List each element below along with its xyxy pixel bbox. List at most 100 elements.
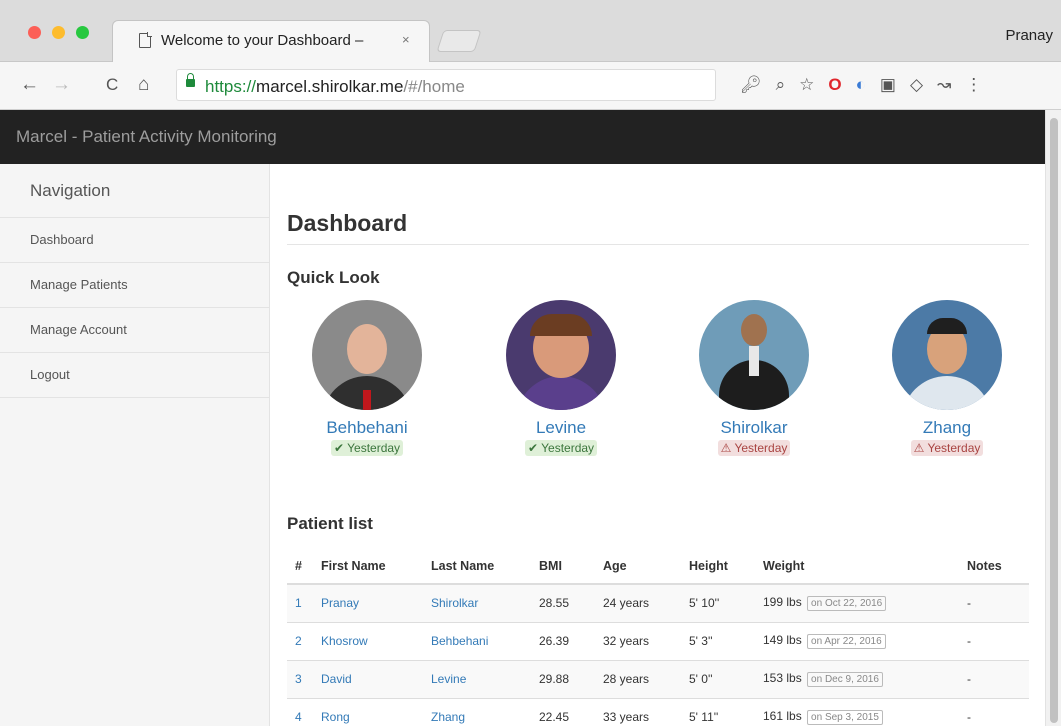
row-number: 4 xyxy=(287,697,313,726)
bmi-value: 28.55 xyxy=(531,583,595,622)
address-bar[interactable]: https://marcel.shirolkar.me/#/home xyxy=(176,69,716,101)
first-name-link[interactable]: Rong xyxy=(321,710,350,724)
notes-value: - xyxy=(959,621,1029,660)
avatar[interactable] xyxy=(506,300,616,410)
main-content: Dashboard Quick Look Behbehani ✔ Yesterd… xyxy=(287,164,1029,726)
weight-cell: 149 lbs on Apr 22, 2016 xyxy=(755,621,959,660)
column-header: Notes xyxy=(959,548,1029,585)
first-name-link[interactable]: Pranay xyxy=(321,596,359,610)
check-icon: ✔ xyxy=(333,441,344,455)
browser-tab-active[interactable]: Welcome to your Dashboard – × xyxy=(112,20,430,62)
tab-title: Welcome to your Dashboard – xyxy=(161,32,364,49)
height-value: 5' 0'' xyxy=(681,659,755,698)
status-badge: ✔ Yesterday xyxy=(330,440,404,456)
diamond-icon[interactable]: ◇ xyxy=(910,74,923,96)
notes-value: - xyxy=(959,697,1029,726)
page-title: Dashboard xyxy=(287,210,408,236)
age-value: 33 years xyxy=(595,697,681,726)
weight-value: 149 lbs xyxy=(763,633,802,647)
age-value: 32 years xyxy=(595,621,681,660)
table-row: 1 Pranay Shirolkar 28.55 24 years 5' 10'… xyxy=(287,583,1029,622)
weight-date-badge: on Apr 22, 2016 xyxy=(807,634,886,649)
sidebar-heading: Navigation xyxy=(0,164,269,218)
last-name-link[interactable]: Shirolkar xyxy=(431,596,478,610)
avatar[interactable] xyxy=(312,300,422,410)
sidebar-item-manage-account[interactable]: Manage Account xyxy=(0,308,269,353)
minimize-window-button[interactable] xyxy=(52,26,65,39)
age-value: 24 years xyxy=(595,583,681,622)
back-icon[interactable]: ← xyxy=(20,74,39,96)
key-icon[interactable]: 🔑︎ xyxy=(740,74,762,96)
extension-grey-icon[interactable]: ▣ xyxy=(880,74,896,96)
forward-icon[interactable]: → xyxy=(52,74,71,96)
notes-value: - xyxy=(959,659,1029,698)
table-row: 3 David Levine 29.88 28 years 5' 0'' 153… xyxy=(287,659,1029,698)
lock-icon xyxy=(186,73,195,87)
bmi-value: 22.45 xyxy=(531,697,595,726)
avatar[interactable] xyxy=(892,300,1002,410)
table-row: 4 Rong Zhang 22.45 33 years 5' 11'' 161 … xyxy=(287,697,1029,726)
sidebar-item-dashboard[interactable]: Dashboard xyxy=(0,218,269,263)
quick-look-card: Behbehani ✔ Yesterday xyxy=(287,300,447,457)
last-name-link[interactable]: Behbehani xyxy=(431,634,488,648)
reload-icon[interactable]: C xyxy=(106,74,118,96)
home-icon[interactable]: ⌂ xyxy=(138,74,149,96)
age-value: 28 years xyxy=(595,659,681,698)
opera-icon[interactable]: O xyxy=(828,74,841,96)
quick-look-name[interactable]: Behbehani xyxy=(287,418,447,438)
sidebar-item-logout[interactable]: Logout xyxy=(0,353,269,398)
extension-blue-icon[interactable]: ◐ xyxy=(856,74,866,96)
column-header: Last Name xyxy=(423,548,531,585)
status-badge: ✔ Yesterday xyxy=(524,440,598,456)
extension-arrow-icon[interactable]: ↝ xyxy=(937,74,951,96)
table-row: 2 Khosrow Behbehani 26.39 32 years 5' 3'… xyxy=(287,621,1029,660)
zoom-icon[interactable]: ⌕ xyxy=(776,74,786,96)
title-divider xyxy=(287,244,1029,245)
column-header: Age xyxy=(595,548,681,585)
row-number: 3 xyxy=(287,659,313,698)
patient-table: # First Name Last Name BMI Age Height We… xyxy=(287,548,1029,726)
warning-icon: ⚠ xyxy=(913,441,925,455)
quick-look-card: Levine ✔ Yesterday xyxy=(481,300,641,457)
quick-look-name[interactable]: Levine xyxy=(481,418,641,438)
first-name-link[interactable]: Khosrow xyxy=(321,634,368,648)
avatar[interactable] xyxy=(699,300,809,410)
check-icon: ✔ xyxy=(527,441,538,455)
close-window-button[interactable] xyxy=(28,26,41,39)
height-value: 5' 10'' xyxy=(681,583,755,622)
sidebar: Navigation Dashboard Manage Patients Man… xyxy=(0,164,270,726)
height-value: 5' 11'' xyxy=(681,697,755,726)
quick-look-name[interactable]: Zhang xyxy=(867,418,1027,438)
page-scrollbar[interactable] xyxy=(1045,110,1061,726)
quick-look-name[interactable]: Shirolkar xyxy=(674,418,834,438)
sidebar-item-manage-patients[interactable]: Manage Patients xyxy=(0,263,269,308)
url-text[interactable]: https://marcel.shirolkar.me/#/home xyxy=(205,77,465,97)
quick-look-card: Zhang ⚠ Yesterday xyxy=(867,300,1027,457)
weight-cell: 153 lbs on Dec 9, 2016 xyxy=(755,659,959,698)
bmi-value: 29.88 xyxy=(531,659,595,698)
tab-close-icon[interactable]: × xyxy=(402,32,410,47)
last-name-link[interactable]: Zhang xyxy=(431,710,465,724)
status-badge: ⚠ Yesterday xyxy=(717,440,791,456)
toolbar-icons: 🔑︎ ⌕ ☆ O ◐ ▣ ◇ ↝ ⋮ xyxy=(740,74,982,96)
new-tab-button[interactable] xyxy=(436,30,482,52)
weight-cell: 199 lbs on Oct 22, 2016 xyxy=(755,583,959,622)
weight-value: 153 lbs xyxy=(763,671,802,685)
quick-look-heading: Quick Look xyxy=(287,268,380,287)
last-name-link[interactable]: Levine xyxy=(431,672,466,686)
column-header: BMI xyxy=(531,548,595,585)
column-header: Height xyxy=(681,548,755,585)
first-name-link[interactable]: David xyxy=(321,672,352,686)
profile-name[interactable]: Pranay xyxy=(1005,27,1053,44)
scrollbar-thumb[interactable] xyxy=(1050,118,1058,723)
app-brand[interactable]: Marcel - Patient Activity Monitoring xyxy=(16,127,277,147)
browser-toolbar: ← → C ⌂ https://marcel.shirolkar.me/#/ho… xyxy=(0,62,1061,110)
star-icon[interactable]: ☆ xyxy=(799,74,814,96)
menu-icon[interactable]: ⋮ xyxy=(965,74,982,96)
quick-look-card: Shirolkar ⚠ Yesterday xyxy=(674,300,834,457)
patient-list-heading: Patient list xyxy=(287,514,373,533)
weight-value: 199 lbs xyxy=(763,595,802,610)
warning-icon: ⚠ xyxy=(720,441,732,455)
maximize-window-button[interactable] xyxy=(76,26,89,39)
notes-value: - xyxy=(959,583,1029,622)
